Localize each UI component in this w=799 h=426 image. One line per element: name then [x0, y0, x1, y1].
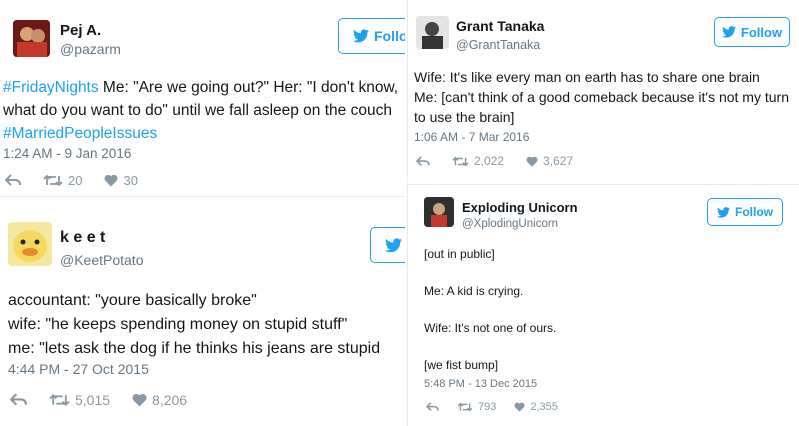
tweet-text: accountant: "youre basically broke" wife…: [8, 292, 381, 357]
timestamp[interactable]: 1:24 AM - 9 Jan 2016: [3, 146, 131, 161]
tweet-line: [we fist bump]: [424, 358, 499, 372]
retweet-button[interactable]: 793: [457, 401, 496, 413]
timestamp[interactable]: 1:06 AM - 7 Mar 2016: [414, 130, 529, 144]
twitter-bird-icon: [385, 237, 402, 252]
reply-icon: [416, 155, 430, 166]
retweet-count: 5,015: [75, 392, 111, 408]
twitter-bird-icon: [353, 29, 369, 43]
heart-icon: [132, 393, 147, 407]
display-name[interactable]: Exploding Unicorn: [462, 200, 578, 215]
tweet-line: Me: A kid is crying.: [424, 284, 524, 298]
follow-button[interactable]: Follow: [714, 17, 790, 47]
tweet-card-xplodingunicorn: Exploding Unicorn @XplodingUnicorn Follo…: [407, 184, 799, 426]
retweet-icon: [457, 402, 473, 412]
twitter-bird-icon: [721, 26, 736, 38]
username[interactable]: @XplodingUnicorn: [462, 218, 558, 230]
reply-icon: [426, 402, 439, 412]
username[interactable]: @GrantTanaka: [456, 38, 540, 52]
avatar[interactable]: [13, 20, 50, 57]
hashtag-link[interactable]: #FridayNights: [3, 79, 99, 96]
twitter-bird-icon: [717, 206, 730, 218]
reply-button[interactable]: [426, 402, 439, 412]
tweet-card-granttanaka: Grant Tanaka @GrantTanaka Follow Wife: I…: [407, 0, 799, 183]
follow-button[interactable]: [370, 227, 405, 263]
display-name[interactable]: Grant Tanaka: [456, 18, 544, 34]
retweet-button[interactable]: 20: [43, 173, 82, 188]
reply-icon: [5, 174, 21, 186]
follow-label: Follow: [740, 24, 783, 40]
username[interactable]: @KeetPotato: [60, 252, 144, 268]
retweet-icon: [43, 174, 63, 187]
avatar[interactable]: [8, 222, 52, 266]
reply-button[interactable]: [416, 155, 430, 167]
tweet-line: Wife: It's not one of ours.: [424, 321, 557, 335]
like-count: 30: [123, 173, 138, 188]
avatar[interactable]: [424, 197, 454, 227]
hashtag-link[interactable]: #MarriedPeopleIssues: [3, 125, 157, 142]
follow-label: Follo: [374, 28, 405, 44]
retweet-icon: [452, 156, 469, 166]
like-button[interactable]: 3,627: [526, 154, 573, 168]
retweet-count: 20: [68, 173, 83, 188]
reply-button[interactable]: [5, 174, 21, 187]
follow-button[interactable]: Follow: [707, 198, 783, 226]
tweet-actions: 5,015 8,206: [10, 392, 209, 408]
tweet-card-keetpotato: k e e t @KeetPotato accountant: "youre b…: [0, 196, 405, 426]
timestamp[interactable]: 4:44 PM - 27 Oct 2015: [8, 361, 149, 377]
like-count: 3,627: [543, 154, 574, 168]
retweet-icon: [49, 393, 70, 407]
reply-icon: [10, 393, 27, 406]
like-button[interactable]: 2,355: [514, 401, 558, 413]
like-count: 2,355: [530, 401, 558, 413]
like-button[interactable]: 8,206: [132, 392, 187, 408]
reply-button[interactable]: [10, 393, 27, 407]
retweet-button[interactable]: 2,022: [452, 154, 504, 168]
tweet-text: Wife: It's like every man on earth has t…: [414, 69, 789, 125]
timestamp[interactable]: 5:48 PM - 13 Dec 2015: [424, 378, 537, 390]
tweet-actions: 2,022 3,627: [416, 154, 595, 168]
like-button[interactable]: 30: [104, 173, 138, 188]
retweet-button[interactable]: 5,015: [49, 392, 110, 408]
follow-button[interactable]: Follo: [338, 18, 405, 54]
retweet-count: 793: [478, 401, 497, 413]
follow-label: Follow: [735, 205, 773, 219]
username[interactable]: @pazarm: [60, 41, 121, 57]
tweet-line: [out in public]: [424, 247, 495, 261]
avatar[interactable]: [416, 16, 449, 49]
tweet-actions: 793 2,355: [426, 401, 580, 413]
display-name[interactable]: k e e t: [60, 229, 105, 247]
heart-icon: [514, 402, 525, 412]
tweet-card-pazarm: Pej A. @pazarm Follo #FridayNights Me: "…: [0, 0, 405, 195]
display-name[interactable]: Pej A.: [60, 22, 101, 39]
heart-icon: [526, 156, 538, 167]
like-count: 8,206: [152, 392, 188, 408]
tweet-actions: 20 30: [5, 173, 160, 188]
heart-icon: [104, 174, 118, 187]
retweet-count: 2,022: [474, 154, 505, 168]
tweet-text: #FridayNights Me: "Are we going out?" He…: [3, 76, 403, 145]
